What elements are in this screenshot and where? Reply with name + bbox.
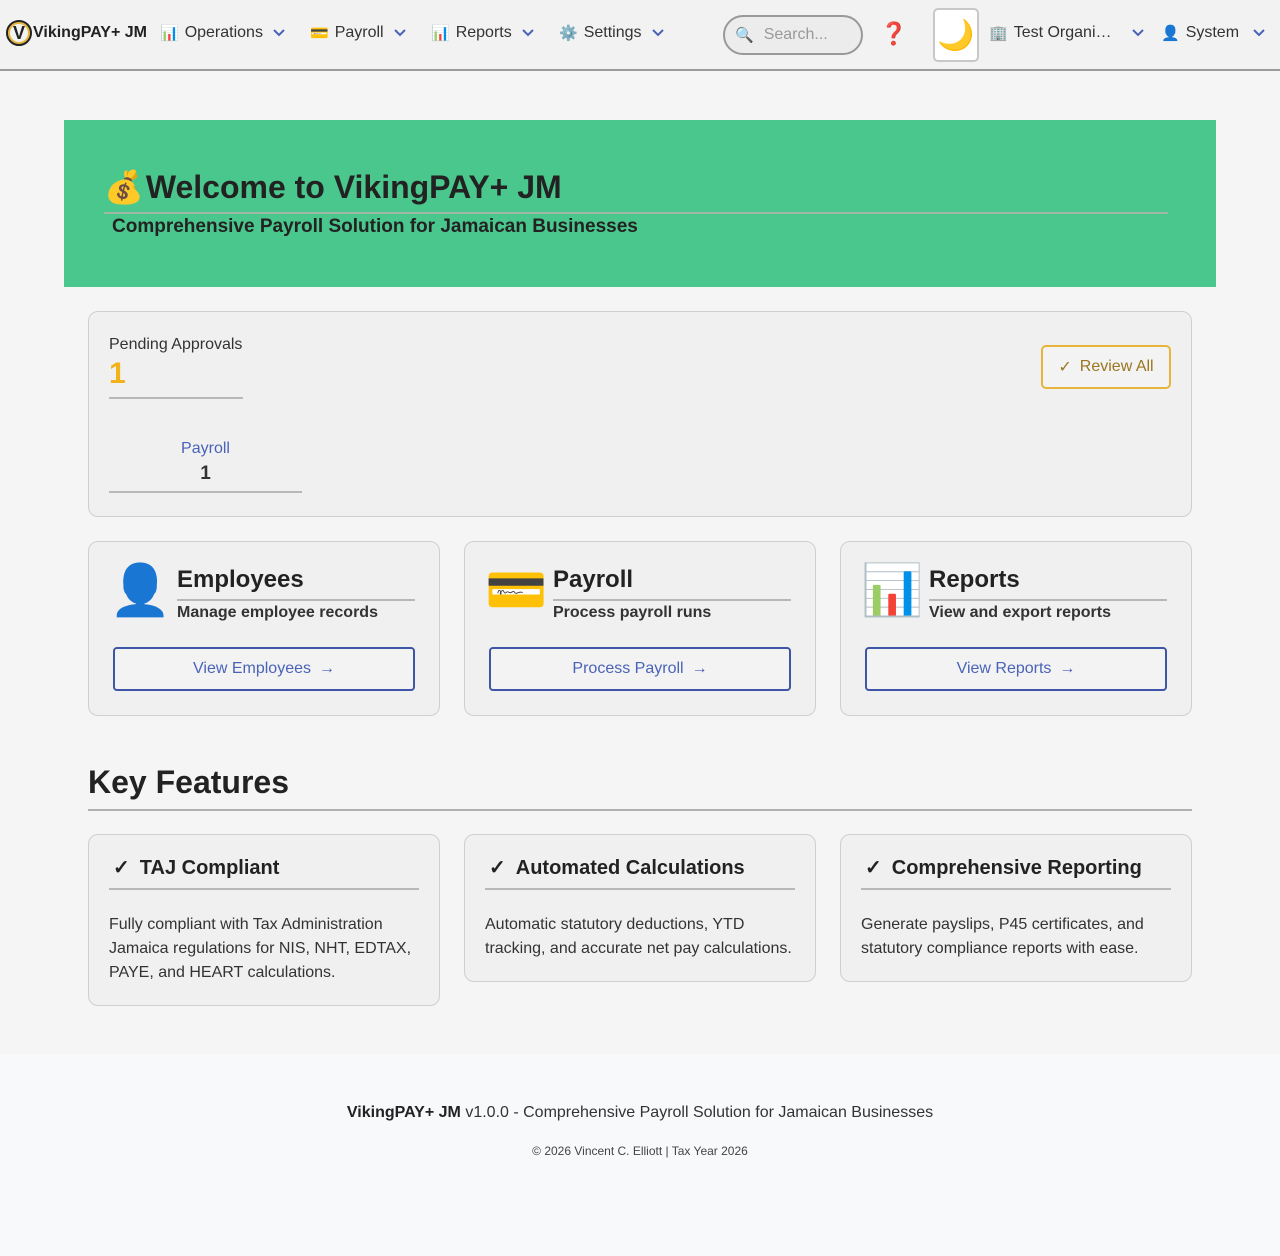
- top-navbar: V VikingPAY+ JM 📊 Operations 💳 Payroll 📊…: [0, 0, 1280, 71]
- view-employees-button[interactable]: View Employees →: [113, 647, 415, 691]
- hero-title: 💰 Welcome to VikingPAY+ JM: [104, 168, 1168, 214]
- chevron-down-icon: [651, 28, 664, 40]
- pending-approvals-label: Pending Approvals: [109, 336, 243, 353]
- pending-approvals-count: 1: [109, 357, 243, 399]
- feature-card-calculations: ✓ Automated Calculations Automatic statut…: [464, 834, 816, 982]
- arrow-right-icon: →: [691, 660, 708, 677]
- card-description: Manage employee records: [177, 604, 378, 621]
- chevron-down-icon: [393, 28, 406, 40]
- moon-icon: 🌙: [937, 18, 975, 52]
- chevron-down-icon: [273, 28, 285, 40]
- feature-description: Generate payslips, P45 certificates, and…: [861, 916, 1144, 957]
- building-icon: 🏢: [989, 25, 1008, 42]
- user-menu[interactable]: 👤 System: [1161, 24, 1265, 42]
- search-box[interactable]: 🔍: [723, 15, 863, 55]
- chevron-down-icon: [522, 28, 534, 40]
- arrow-right-icon: →: [1059, 660, 1076, 677]
- button-label: View Reports: [956, 660, 1052, 677]
- employees-card: 👤 Employees Manage employee records View…: [88, 541, 440, 716]
- approval-type-label: Payroll: [181, 440, 230, 457]
- menu-settings-label: Settings: [583, 24, 642, 41]
- chevron-down-icon: [1253, 28, 1265, 40]
- card-description: Process payroll runs: [553, 604, 712, 621]
- chevron-down-icon: [1131, 28, 1144, 40]
- hero-title-text: Welcome to VikingPAY+ JM: [145, 168, 562, 205]
- page-footer: VikingPAY+ JM v1.0.0 - Comprehensive Pay…: [0, 1054, 1280, 1256]
- button-label: View Employees: [193, 660, 311, 677]
- key-features-heading: Key Features: [88, 764, 1192, 811]
- feature-title-text: TAJ Compliant: [139, 857, 280, 879]
- feature-card-reporting: ✓ Comprehensive Reporting Generate paysli…: [840, 834, 1192, 982]
- brand-name: VikingPAY+ JM: [33, 24, 147, 41]
- search-input[interactable]: [763, 26, 854, 44]
- organization-selector[interactable]: 🏢 Test Organi…: [989, 24, 1144, 42]
- vikingpay-logo-icon: V: [6, 20, 32, 46]
- brand-link[interactable]: V VikingPAY+ JM: [6, 20, 147, 46]
- card-title: Employees: [177, 566, 415, 601]
- menu-operations-label: Operations: [184, 24, 263, 41]
- organization-name: Test Organi…: [1013, 24, 1112, 41]
- menu-settings[interactable]: ⚙️ Settings: [559, 24, 664, 42]
- view-reports-button[interactable]: View Reports →: [865, 647, 1167, 691]
- card-title: Reports: [929, 566, 1167, 601]
- check-icon: ✓: [489, 857, 506, 879]
- menu-reports-label: Reports: [455, 24, 512, 41]
- money-bag-icon: 💰: [104, 169, 144, 205]
- footer-version-text: v1.0.0 - Comprehensive Payroll Solution …: [460, 1104, 934, 1121]
- theme-toggle-button[interactable]: 🌙: [933, 8, 979, 62]
- feature-title: ✓ Automated Calculations: [485, 855, 795, 890]
- process-payroll-button[interactable]: Process Payroll →: [489, 647, 791, 691]
- feature-description: Automatic statutory deductions, YTD trac…: [485, 916, 792, 957]
- footer-brand: VikingPAY+ JM: [346, 1104, 461, 1121]
- user-icon: 👤: [1161, 25, 1180, 42]
- approval-type-payroll[interactable]: Payroll 1: [109, 440, 302, 493]
- credit-card-icon: 💳: [310, 25, 329, 42]
- feature-title-text: Comprehensive Reporting: [891, 857, 1142, 879]
- feature-title: ✓ Comprehensive Reporting: [861, 855, 1171, 890]
- bar-chart-icon: 📊: [861, 562, 924, 618]
- chart-icon: 📊: [160, 25, 179, 42]
- review-all-button[interactable]: ✓ Review All: [1041, 345, 1171, 389]
- arrow-right-icon: →: [318, 660, 335, 677]
- feature-description: Fully compliant with Tax Administration …: [109, 916, 412, 981]
- search-icon: 🔍: [735, 27, 754, 44]
- gear-icon: ⚙️: [559, 25, 578, 42]
- user-icon: 👤: [109, 562, 172, 618]
- card-description: View and export reports: [929, 604, 1111, 621]
- check-icon: ✓: [113, 857, 130, 879]
- check-icon: ✓: [865, 857, 882, 879]
- menu-reports[interactable]: 📊 Reports: [431, 24, 534, 42]
- menu-payroll[interactable]: 💳 Payroll: [310, 24, 406, 42]
- credit-card-icon: 💳: [485, 562, 548, 618]
- payroll-card: 💳 Payroll Process payroll runs Process P…: [464, 541, 816, 716]
- feature-card-taj: ✓ TAJ Compliant Fully compliant with Tax …: [88, 834, 440, 1006]
- help-icon[interactable]: ❓: [880, 21, 907, 47]
- footer-version: VikingPAY+ JM v1.0.0 - Comprehensive Pay…: [0, 1104, 1280, 1122]
- chart-icon: 📊: [431, 25, 450, 42]
- feature-title-text: Automated Calculations: [515, 857, 745, 879]
- feature-title: ✓ TAJ Compliant: [109, 855, 419, 890]
- reports-card: 📊 Reports View and export reports View R…: [840, 541, 1192, 716]
- welcome-hero: 💰 Welcome to VikingPAY+ JM Comprehensive…: [64, 120, 1216, 287]
- pending-approvals-card: Pending Approvals 1 ✓ Review All Payroll…: [88, 311, 1192, 517]
- approval-type-count: 1: [200, 463, 211, 484]
- button-label: Process Payroll: [572, 660, 684, 677]
- menu-payroll-label: Payroll: [334, 24, 384, 41]
- check-icon: ✓: [1058, 359, 1072, 376]
- card-title: Payroll: [553, 566, 791, 601]
- user-name: System: [1185, 24, 1240, 41]
- footer-copyright: © 2026 Vincent C. Elliott | Tax Year 202…: [532, 1144, 748, 1158]
- review-all-label: Review All: [1079, 358, 1154, 375]
- hero-subtitle: Comprehensive Payroll Solution for Jamai…: [112, 216, 638, 237]
- menu-operations[interactable]: 📊 Operations: [160, 24, 285, 42]
